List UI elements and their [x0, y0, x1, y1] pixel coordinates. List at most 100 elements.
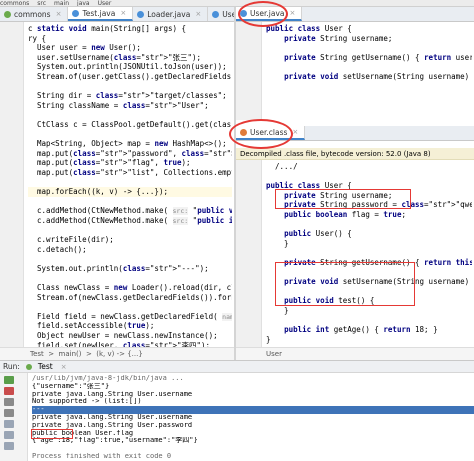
print-icon[interactable] — [4, 431, 14, 439]
tab-label: commons — [14, 9, 51, 19]
editor-tab[interactable]: Loader.java × — [133, 7, 209, 21]
code-text: Stream.of(newClass.getDeclaredFields()).… — [37, 292, 232, 302]
code-line[interactable]: 23 — [28, 130, 232, 140]
class-icon — [72, 9, 80, 17]
breadcrumb-item[interactable]: commons — [0, 0, 29, 6]
code-line[interactable]: 20 String className = class="str">"User"… — [28, 101, 232, 111]
code-line[interactable] — [266, 172, 472, 182]
code-text: Map<String, Object> map = new HashMap<>(… — [28, 139, 227, 149]
code-line[interactable]: 38 c.addMethod(CtNewMethod.make( src: "p… — [28, 216, 232, 226]
code-line[interactable]: 50 Object newUser = newClass.newInstance… — [28, 331, 232, 341]
code-line[interactable]: 29 map.forEach((k, v) -> {...}); — [28, 187, 232, 197]
code-text: field.setAccessible(true); — [28, 321, 155, 331]
close-icon[interactable]: × — [56, 10, 62, 18]
code-line[interactable]: } — [266, 239, 472, 249]
breadcrumb-item[interactable]: main — [54, 0, 69, 6]
right-editor-breadcrumb[interactable]: User — [236, 347, 474, 360]
code-line[interactable]: public int getAge() { return 18; } — [266, 325, 472, 335]
code-text: Field field = newClass.getDeclaredField(… — [28, 312, 232, 321]
code-line[interactable]: 37 c.addMethod(CtNewMethod.make( src: "p… — [28, 206, 232, 216]
left-code-editor[interactable]: 12c static void main(String[] args) {13r… — [0, 22, 234, 347]
code-line[interactable]: 16 System.out.println(JSONUtil.toJson(us… — [28, 62, 232, 72]
code-line[interactable]: 42 — [28, 254, 232, 264]
code-line[interactable]: 48 Field field = newClass.getDeclaredFie… — [28, 312, 232, 322]
tab-label: Loader.java — [147, 9, 191, 19]
code-line[interactable]: 24 Map<String, Object> map = new HashMap… — [28, 139, 232, 149]
code-text: map.put(class="str">"flag", true); — [28, 158, 191, 168]
left-editor-breadcrumb[interactable]: Test > main() > (k, v) -> {...} — [0, 347, 234, 360]
breadcrumb-item[interactable]: User — [98, 0, 112, 6]
code-line[interactable]: 12c static void main(String[] args) { — [28, 24, 232, 34]
run-panel: Run: Test × /usr/lib/jvm/java-8-jdk/bin/… — [0, 360, 474, 461]
code-line[interactable]: /.../ — [266, 162, 472, 172]
code-line[interactable] — [266, 220, 472, 230]
code-line[interactable] — [266, 62, 472, 72]
console-line: /usr/lib/jvm/java-8-jdk/bin/java ... — [32, 375, 184, 382]
right-top-code-editor[interactable]: public class User { private String usern… — [236, 22, 474, 120]
delete-icon[interactable] — [4, 442, 14, 450]
soft-wrap-icon[interactable] — [4, 420, 14, 428]
close-icon[interactable]: × — [61, 363, 67, 371]
code-line[interactable]: 41 c.detach(); — [28, 245, 232, 255]
code-line[interactable]: public class User { — [266, 24, 472, 34]
close-icon[interactable]: × — [292, 128, 298, 136]
editor-tab[interactable]: User.java× — [208, 7, 234, 21]
code-line[interactable]: 43 System.out.println(class="str">"---")… — [28, 264, 232, 274]
close-icon[interactable]: × — [290, 9, 296, 17]
console-output[interactable]: /usr/lib/jvm/java-8-jdk/bin/java ... {"us… — [32, 375, 474, 461]
code-line[interactable]: 19 String dir = class="str">"target/clas… — [28, 91, 232, 101]
code-line[interactable]: private void setUsername(String username… — [266, 72, 472, 82]
code-line[interactable]: 27 map.put(class="str">"list", Collectio… — [28, 168, 232, 178]
code-line[interactable]: 49 field.setAccessible(true); — [28, 321, 232, 331]
scroll-down-icon[interactable] — [4, 409, 14, 417]
code-line[interactable]: 36 — [28, 197, 232, 207]
code-text: Stream.of(user.getClass().getDeclaredFie… — [37, 71, 232, 81]
code-line[interactable]: 44 — [28, 273, 232, 283]
run-label: Run: — [3, 362, 20, 371]
code-line[interactable]: 45 Class newClass = new Loader().reload(… — [28, 283, 232, 293]
code-line[interactable]: 40 c.writeFile(dir); — [28, 235, 232, 245]
code-line[interactable]: 22 CtClass c = ClassPool.getDefault().ge… — [28, 120, 232, 130]
module-icon — [4, 10, 11, 18]
code-line[interactable] — [266, 43, 472, 53]
code-line[interactable] — [266, 316, 472, 326]
code-text: CtClass c = ClassPool.getDefault().get(c… — [37, 119, 232, 129]
code-line[interactable] — [266, 248, 472, 258]
decompiled-banner: Decompiled .class file, bytecode version… — [236, 148, 474, 160]
tab-label: User.java — [222, 9, 234, 19]
code-line[interactable]: private String username; — [266, 34, 472, 44]
gutter — [236, 160, 262, 347]
code-line[interactable]: 18 — [28, 82, 232, 92]
run-tab[interactable]: Test — [38, 362, 53, 371]
rerun-icon[interactable] — [4, 376, 14, 384]
code-line[interactable]: 14 User user = new User(); — [28, 43, 232, 53]
code-line[interactable]: 28 — [28, 178, 232, 188]
code-line[interactable]: 47 — [28, 302, 232, 312]
code-line[interactable]: 13ry { — [28, 34, 232, 44]
editor-tab[interactable]: Test.java × — [68, 7, 134, 21]
close-icon[interactable]: × — [195, 10, 201, 18]
code-line[interactable]: 17 Stream.of(user.getClass().getDeclared… — [28, 72, 232, 82]
code-line[interactable]: 15 user.setUsername(class="str">"张三"); — [28, 53, 232, 63]
code-line[interactable]: public boolean flag = true; — [266, 210, 472, 220]
code-line[interactable]: } — [266, 335, 472, 345]
scroll-up-icon[interactable] — [4, 398, 14, 406]
code-line[interactable]: } — [266, 306, 472, 316]
code-line[interactable]: 26 map.put(class="str">"flag", true); — [28, 158, 232, 168]
annotation-circle-user-class — [229, 119, 293, 149]
breadcrumb-item[interactable]: src — [37, 0, 46, 6]
editor-tab[interactable]: commons × — [0, 7, 69, 21]
gutter — [0, 22, 24, 347]
code-line[interactable]: 25 map.put(class="str">"password", class… — [28, 149, 232, 159]
code-line[interactable]: 21 — [28, 110, 232, 120]
code-text: c static void main(String[] args) { — [28, 24, 187, 33]
code-text: System.out.println(class="str">"---"); — [28, 263, 209, 273]
code-line[interactable]: private String getUsername() { return us… — [266, 53, 472, 63]
code-line[interactable]: 46 Stream.of(newClass.getDeclaredFields(… — [28, 293, 232, 303]
code-line[interactable]: public User() { — [266, 229, 472, 239]
close-icon[interactable]: × — [120, 9, 126, 17]
stop-icon[interactable] — [4, 387, 14, 395]
breadcrumb-item[interactable]: java — [77, 0, 90, 6]
code-line[interactable]: 39 — [28, 225, 232, 235]
